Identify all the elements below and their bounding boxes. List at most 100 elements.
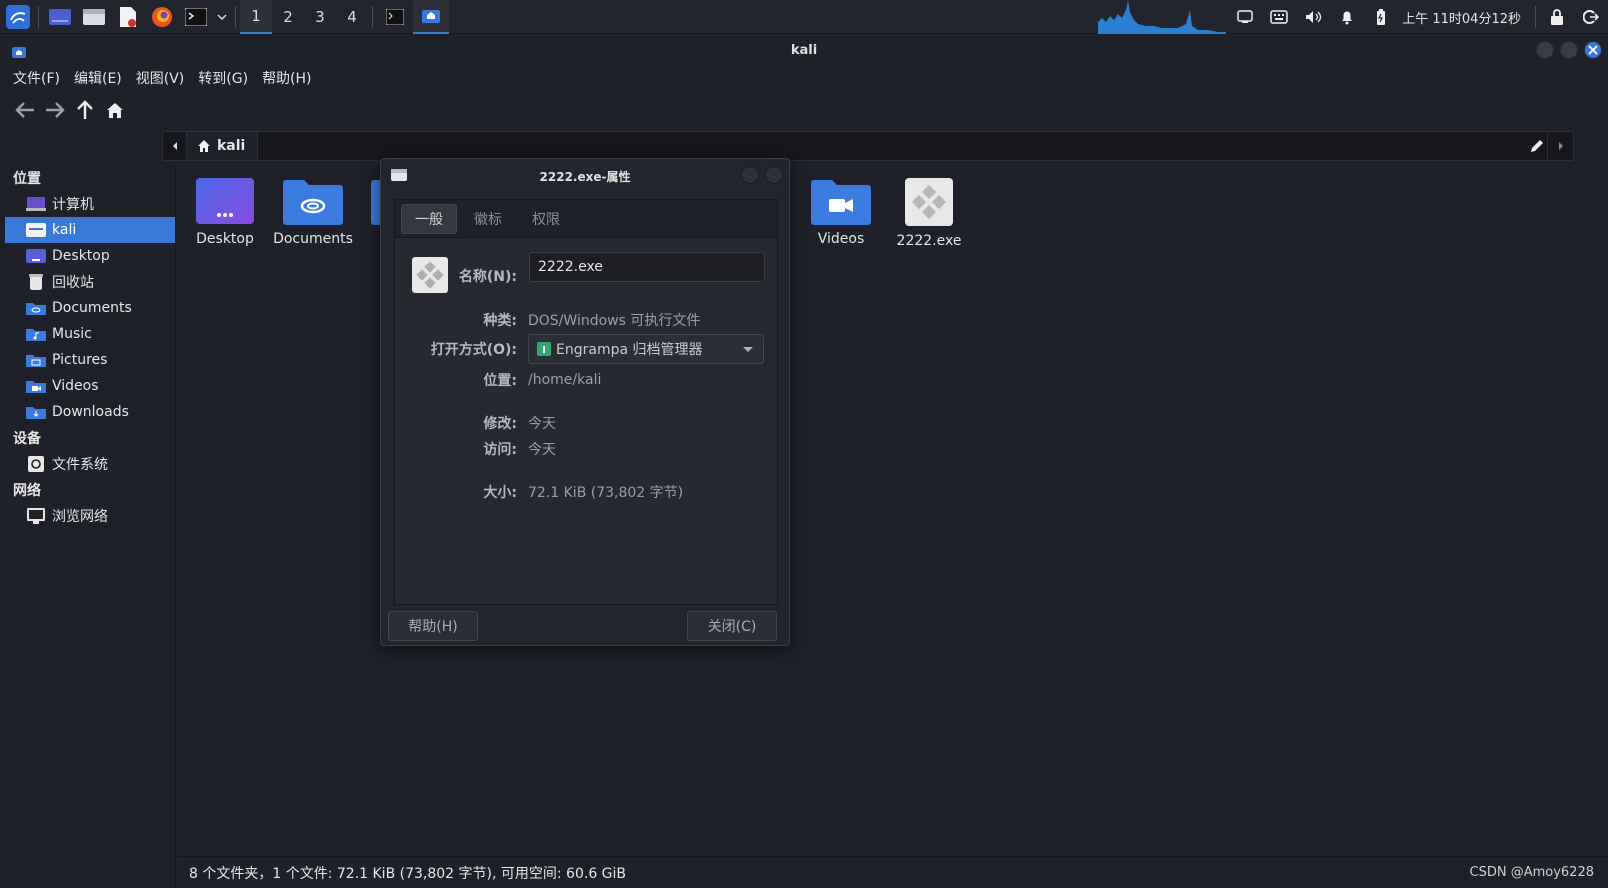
dialog-title: 2222.exe-属性: [539, 169, 631, 184]
home-folder-icon: [12, 43, 26, 62]
name-label: 名称(N):: [458, 269, 517, 285]
workspace-2[interactable]: 2: [272, 0, 304, 34]
tab-strip: 一般 徽标 权限: [395, 200, 777, 238]
minimize-button[interactable]: [1536, 41, 1554, 59]
sidebar-item-filesystem[interactable]: 文件系统: [5, 451, 175, 477]
toolbar: [0, 91, 1608, 129]
accessed-label: 访问:: [483, 442, 517, 458]
size-label: 大小:: [483, 485, 517, 501]
sidebar-item-pictures[interactable]: Pictures: [5, 347, 175, 373]
file-item-label: Desktop: [196, 231, 254, 247]
home-button[interactable]: [100, 95, 130, 125]
menu-view[interactable]: 视图(V): [129, 68, 192, 88]
dialog-titlebar[interactable]: 2222.exe-属性: [381, 159, 789, 193]
dialog-close-button[interactable]: [765, 166, 783, 184]
workspace-1[interactable]: 1: [240, 0, 272, 34]
battery-icon[interactable]: [1364, 0, 1398, 34]
tab-emblems[interactable]: 徽标: [461, 204, 515, 234]
menu-file[interactable]: 文件(F): [6, 68, 67, 88]
volume-icon[interactable]: [1296, 0, 1330, 34]
maximize-button[interactable]: [1560, 41, 1578, 59]
sidebar-item-downloads[interactable]: Downloads: [5, 399, 175, 425]
properties-notebook: 一般 徽标 权限 名称(N): 2222.exe 种类: DOS/Windows…: [394, 199, 778, 605]
sidebar-item-label: kali: [52, 222, 77, 238]
taskbar-terminal[interactable]: [377, 0, 413, 34]
kali-menu-icon[interactable]: [2, 1, 34, 33]
text-editor-icon[interactable]: [113, 2, 143, 32]
videos-folder-icon: [26, 377, 46, 395]
close-dialog-button[interactable]: 关闭(C): [687, 611, 777, 641]
path-scroll-left-button[interactable]: [163, 132, 187, 160]
file-manager-icon[interactable]: [79, 2, 109, 32]
clock[interactable]: 上午 11时04分12秒: [1398, 8, 1531, 27]
keyboard-icon[interactable]: [1262, 0, 1296, 34]
workspace-4[interactable]: 4: [336, 0, 368, 34]
sidebar-item-label: Downloads: [52, 404, 129, 420]
logout-icon[interactable]: [1574, 0, 1608, 34]
menu-edit[interactable]: 编辑(E): [67, 68, 129, 88]
dialog-maximize-button[interactable]: [741, 166, 759, 184]
sidebar-item-browse-network[interactable]: 浏览网络: [5, 503, 175, 529]
accessed-value: 今天: [528, 442, 556, 458]
panel-separator: [1535, 6, 1536, 28]
show-desktop-icon[interactable]: [45, 2, 75, 32]
lock-icon[interactable]: [1540, 0, 1574, 34]
sidebar-item-label: 回收站: [52, 275, 94, 291]
sidebar-item-label: Desktop: [52, 248, 110, 264]
network-icon: [26, 507, 46, 525]
tab-permissions[interactable]: 权限: [519, 204, 573, 234]
workspace-3[interactable]: 3: [304, 0, 336, 34]
firefox-icon[interactable]: [147, 2, 177, 32]
sidebar-item-label: Documents: [52, 300, 132, 316]
music-folder-icon: [26, 325, 46, 343]
sidebar-item-music[interactable]: Music: [5, 321, 175, 347]
display-icon[interactable]: [1228, 0, 1262, 34]
home-folder-icon: [26, 221, 46, 239]
up-button[interactable]: [70, 95, 100, 125]
file-item-2222-exe[interactable]: 2222.exe: [885, 177, 973, 249]
sidebar-item-kali[interactable]: kali: [5, 217, 175, 243]
sidebar-item-computer[interactable]: 计算机: [5, 191, 175, 217]
path-crumb-home[interactable]: kali: [187, 132, 259, 160]
kind-label: 种类:: [483, 313, 517, 329]
name-field[interactable]: 2222.exe: [529, 252, 765, 282]
engrampa-icon: [537, 342, 551, 356]
videos-folder-icon: [811, 180, 871, 225]
file-item-label: Documents: [273, 231, 353, 247]
menubar: 文件(F) 编辑(E) 视图(V) 转到(G) 帮助(H): [0, 65, 1608, 91]
back-button[interactable]: [10, 95, 40, 125]
path-crumb-label: kali: [217, 138, 246, 154]
file-item-desktop[interactable]: Desktop: [181, 177, 269, 247]
chevron-down-icon[interactable]: [215, 2, 229, 32]
sidebar-item-label: 浏览网络: [52, 509, 108, 525]
close-button[interactable]: [1584, 41, 1602, 59]
sidebar-item-label: 文件系统: [52, 457, 108, 473]
sidebar-item-label: Pictures: [52, 352, 108, 368]
documents-folder-icon: [26, 299, 46, 317]
sidebar-item-label: Music: [52, 326, 92, 342]
sidebar-item-trash[interactable]: 回收站: [5, 269, 175, 295]
taskbar-file-manager[interactable]: [413, 0, 449, 34]
open-with-dropdown[interactable]: Engrampa 归档管理器: [528, 334, 764, 364]
edit-path-icon[interactable]: [1529, 138, 1545, 158]
sidebar-item-label: Videos: [52, 378, 99, 394]
forward-button[interactable]: [40, 95, 70, 125]
menu-help[interactable]: 帮助(H): [255, 68, 318, 88]
executable-file-icon: [905, 178, 953, 226]
tab-general[interactable]: 一般: [401, 203, 457, 234]
file-item-label: Videos: [817, 231, 865, 247]
sidebar-item-videos[interactable]: Videos: [5, 373, 175, 399]
downloads-folder-icon: [26, 403, 46, 421]
path-scroll-right-button[interactable]: [1547, 132, 1573, 160]
trash-icon: [26, 273, 46, 291]
window-titlebar[interactable]: kali: [0, 35, 1608, 65]
sidebar-item-documents[interactable]: Documents: [5, 295, 175, 321]
help-button[interactable]: 帮助(H): [388, 611, 478, 641]
notification-bell-icon[interactable]: [1330, 0, 1364, 34]
sidebar-item-desktop[interactable]: Desktop: [5, 243, 175, 269]
file-item-videos[interactable]: Videos: [797, 177, 885, 247]
menu-go[interactable]: 转到(G): [191, 68, 255, 88]
file-item-documents[interactable]: Documents: [269, 177, 357, 247]
terminal-icon[interactable]: [181, 2, 211, 32]
top-panel: 1 2 3 4 上午 11时04分12秒: [0, 0, 1608, 34]
